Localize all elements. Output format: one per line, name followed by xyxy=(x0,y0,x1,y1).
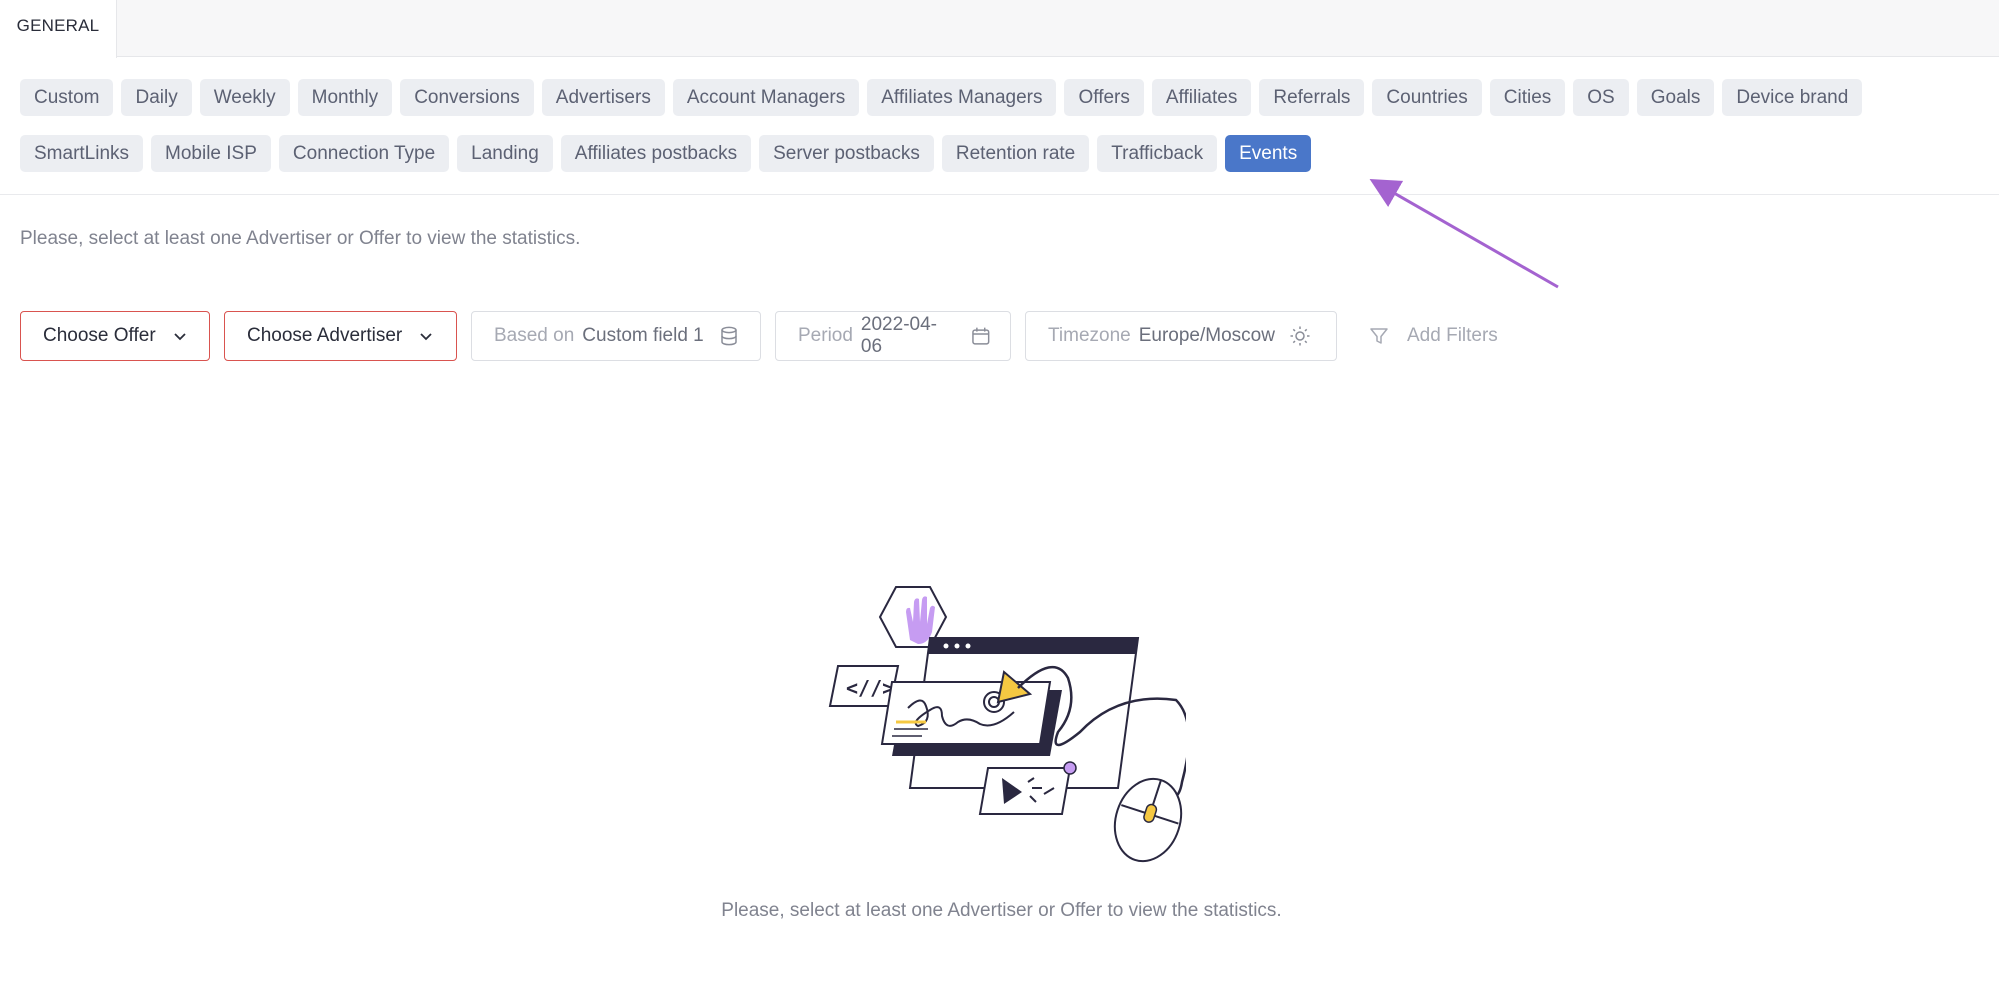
database-icon xyxy=(721,326,737,346)
report-type-chip-conversions[interactable]: Conversions xyxy=(400,79,534,116)
sun-icon xyxy=(1290,326,1310,346)
chevron-down-icon xyxy=(420,333,432,341)
report-type-chip-weekly[interactable]: Weekly xyxy=(199,79,290,116)
section-divider xyxy=(0,194,1999,195)
timezone-label: Timezone xyxy=(1048,325,1131,346)
based-on-field[interactable]: Based on Custom field 1 xyxy=(471,311,761,361)
chevron-down-icon xyxy=(174,333,186,341)
report-type-row-1: Custom Daily Weekly Monthly Conversions Adver… xyxy=(20,79,1980,116)
report-type-chips: Custom Daily Weekly Monthly Conversions Adver… xyxy=(20,79,1980,191)
period-label: Period xyxy=(798,325,853,346)
report-type-chip-events[interactable]: Events xyxy=(1225,135,1312,172)
timezone-value: Europe/Moscow xyxy=(1138,325,1275,346)
report-type-chip-trafficback[interactable]: Trafficback xyxy=(1097,135,1218,172)
report-type-chip-retention-rate[interactable]: Retention rate xyxy=(941,135,1090,172)
report-type-chip-connection-type[interactable]: Connection Type xyxy=(278,135,450,172)
report-type-chip-advertisers[interactable]: Advertisers xyxy=(541,79,665,116)
calendar-icon xyxy=(972,327,990,345)
timezone-field[interactable]: Timezone Europe/Moscow xyxy=(1025,311,1337,361)
report-type-chip-affiliates-managers[interactable]: Affiliates Managers xyxy=(867,79,1057,116)
report-type-chip-server-postbacks[interactable]: Server postbacks xyxy=(759,135,934,172)
filter-bar: Choose Offer Choose Advertiser Based on … xyxy=(20,311,1498,361)
empty-state-illustration: <//> xyxy=(828,586,1186,863)
tab-general[interactable]: GENERAL xyxy=(0,0,117,58)
add-filters-button[interactable]: Add Filters xyxy=(1351,311,1498,361)
period-field[interactable]: Period 2022-04-06 xyxy=(775,311,1011,361)
add-filters-label: Add Filters xyxy=(1407,325,1498,346)
report-type-chip-custom[interactable]: Custom xyxy=(20,79,114,116)
filter-icon xyxy=(1370,328,1388,344)
statistics-page: GENERAL Custom Daily Weekly Monthly Conversi… xyxy=(0,0,1999,990)
report-type-chip-daily[interactable]: Daily xyxy=(121,79,192,116)
period-value: 2022-04-06 xyxy=(860,314,937,357)
report-type-chip-goals[interactable]: Goals xyxy=(1636,79,1715,116)
based-on-value: Custom field 1 xyxy=(582,325,704,346)
report-type-chip-countries[interactable]: Countries xyxy=(1372,79,1482,116)
report-type-chip-affiliates[interactable]: Affiliates xyxy=(1151,79,1252,116)
tab-bar: GENERAL xyxy=(0,0,1999,58)
report-type-chip-os[interactable]: OS xyxy=(1573,79,1629,116)
report-type-chip-mobile-isp[interactable]: Mobile ISP xyxy=(151,135,271,172)
svg-text:<//>: <//> xyxy=(846,676,894,700)
report-type-chip-smartlinks[interactable]: SmartLinks xyxy=(20,135,144,172)
report-type-chip-offers[interactable]: Offers xyxy=(1064,79,1144,116)
report-type-chip-device-brand[interactable]: Device brand xyxy=(1722,79,1863,116)
choose-advertiser-label: Choose Advertiser xyxy=(247,325,403,346)
report-type-chip-cities[interactable]: Cities xyxy=(1489,79,1566,116)
report-type-chip-account-managers[interactable]: Account Managers xyxy=(672,79,860,116)
select-hint-bottom: Please, select at least one Advertiser o… xyxy=(721,900,1282,921)
choose-offer-select[interactable]: Choose Offer xyxy=(20,311,210,361)
annotation-arrow-icon xyxy=(1369,179,1559,289)
report-type-chip-landing[interactable]: Landing xyxy=(457,135,553,172)
choose-advertiser-select[interactable]: Choose Advertiser xyxy=(224,311,457,361)
choose-offer-label: Choose Offer xyxy=(43,325,156,346)
report-type-chip-monthly[interactable]: Monthly xyxy=(297,79,393,116)
based-on-label: Based on xyxy=(494,325,575,346)
report-type-row-2: SmartLinks Mobile ISP Connection Type Landi… xyxy=(20,135,1980,172)
report-type-chip-affiliates-postbacks[interactable]: Affiliates postbacks xyxy=(560,135,752,172)
report-type-chip-referrals[interactable]: Referrals xyxy=(1259,79,1365,116)
select-hint-top: Please, select at least one Advertiser o… xyxy=(20,228,581,249)
